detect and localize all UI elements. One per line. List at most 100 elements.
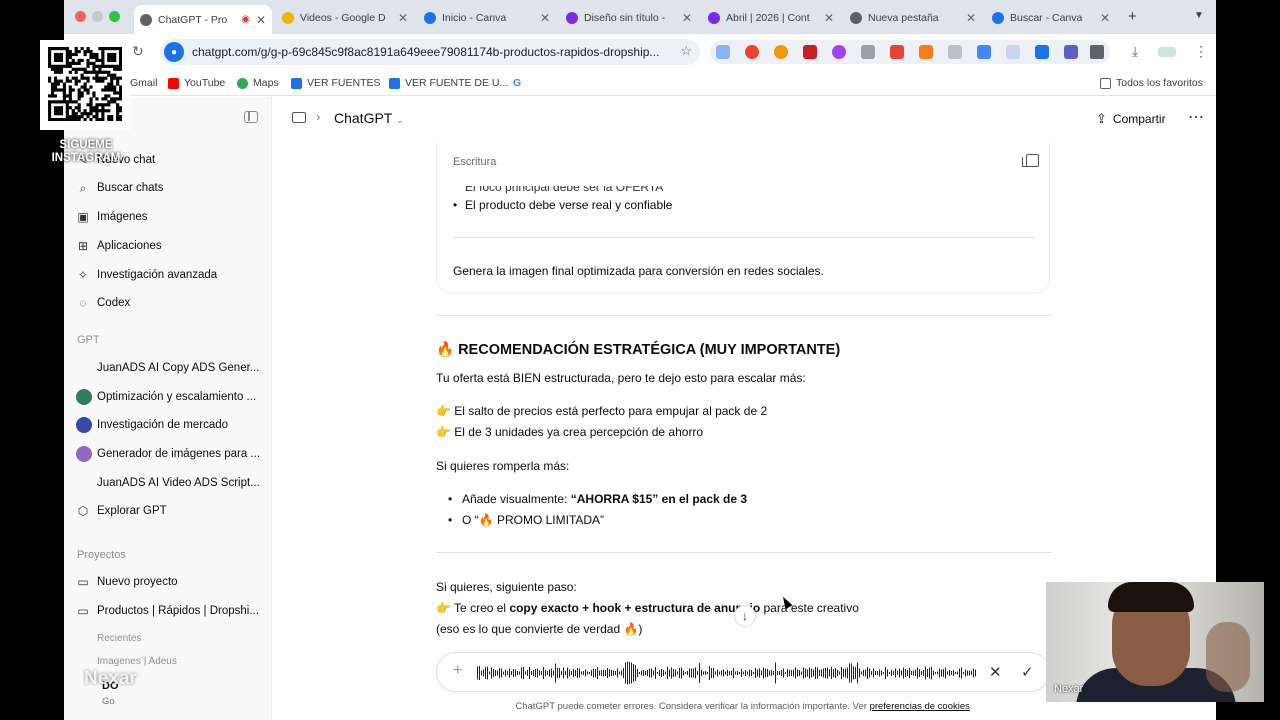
new-tab-icon[interactable]: + <box>1128 8 1137 25</box>
qr-module <box>65 106 69 110</box>
voice-composer[interactable]: + ✕ ✓ <box>436 652 1050 692</box>
qr-module <box>53 76 58 80</box>
extension-gear-icon[interactable] <box>1035 45 1049 59</box>
download-icon[interactable]: ⤓ <box>1132 43 1138 60</box>
sidebar-gpt-copy-ads[interactable]: JuanADS AI Copy ADS Gener... <box>76 356 264 380</box>
sidebar-gpt-video-ads[interactable]: JuanADS AI Video ADS Script... <box>76 471 264 495</box>
sidebar-toggle-icon[interactable] <box>244 111 258 123</box>
extension-r-icon[interactable] <box>745 45 759 59</box>
tab-abril[interactable]: Abril | 2026 | Cont ✕ <box>702 4 840 31</box>
reload-icon[interactable]: ↻ <box>132 43 144 60</box>
waveform-bar <box>881 670 882 676</box>
profile-icon[interactable] <box>1158 47 1176 57</box>
waveform-bar <box>745 670 746 676</box>
more-options-icon[interactable]: ⋯ <box>1188 107 1204 127</box>
close-tab-icon[interactable]: ✕ <box>256 13 266 27</box>
sidebar-gpt-investigacion[interactable]: Investigación de mercado <box>76 413 264 437</box>
close-tab-icon[interactable]: ✕ <box>398 11 408 25</box>
sidebar-gpt-generador[interactable]: Generador de imágenes para ... <box>76 442 264 466</box>
bookmark-youtube[interactable]: YouTube <box>168 77 225 89</box>
bookmark-google[interactable]: G <box>513 77 521 89</box>
extension-purple-icon[interactable] <box>832 45 846 59</box>
waveform-bar <box>875 671 876 675</box>
menu-kebab-icon[interactable]: ⋮ <box>1194 43 1208 60</box>
cancel-dictation-icon[interactable]: ✕ <box>989 663 1002 681</box>
microphone-icon[interactable]: ● <box>164 42 184 62</box>
copy-icon[interactable] <box>1022 154 1039 167</box>
sidebar-item-deep-research[interactable]: ✧ Investigación avanzada <box>76 263 264 287</box>
qr-module <box>68 61 72 65</box>
sidebar-project-productos[interactable]: ▭ Productos | Rápidos | Dropshi... <box>76 599 264 623</box>
qr-module <box>95 115 99 119</box>
tab-diseno[interactable]: Diseño sin título - ✕ <box>560 4 698 31</box>
sidebar-item-apps[interactable]: ⊞ Aplicaciones <box>76 234 264 258</box>
extension-orange-icon[interactable] <box>919 45 933 59</box>
waveform-bar <box>957 671 958 675</box>
extension-blue-icon[interactable] <box>977 45 991 59</box>
lens-icon[interactable] <box>716 45 730 59</box>
shield-icon[interactable] <box>948 45 962 59</box>
address-bar[interactable]: ● chatgpt.com/g/g-p-69c845c9f8ac8191a649… <box>160 39 700 65</box>
camera-icon[interactable] <box>861 45 875 59</box>
qr-module <box>53 88 58 92</box>
qr-module <box>107 70 111 74</box>
extension-square-icon[interactable] <box>1064 45 1078 59</box>
minimize-window-button[interactable] <box>92 11 103 22</box>
close-tab-icon[interactable]: ✕ <box>540 11 550 25</box>
bookmark-ver-fuente-de-u[interactable]: VER FUENTE DE U... <box>389 77 508 89</box>
url-text[interactable]: chatgpt.com/g/g-p-69c845c9f8ac8191a649ee… <box>192 45 672 59</box>
close-tab-icon[interactable]: ✕ <box>1100 11 1110 25</box>
model-selector[interactable]: ChatGPT ⌄ <box>334 110 404 126</box>
waveform-bar <box>757 669 758 677</box>
tab-inicio-canva[interactable]: Inicio - Canva ✕ <box>418 4 556 31</box>
qr-module <box>65 47 69 51</box>
sidebar-item-codex[interactable]: ◌ Codex <box>76 291 264 315</box>
tab-videos[interactable]: Videos - Google D ✕ <box>276 4 414 31</box>
sidebar-new-project[interactable]: ▭ Nuevo proyecto <box>76 570 264 594</box>
qr-module <box>104 76 108 80</box>
qr-module <box>74 52 78 57</box>
qr-module <box>74 115 78 119</box>
bookmark-gmail[interactable]: Gmail <box>130 77 157 89</box>
bookmark-ver-fuentes[interactable]: VER FUENTES <box>291 77 381 89</box>
puzzle-icon[interactable] <box>1090 45 1104 59</box>
qr-module <box>92 64 96 68</box>
sidebar-explore-gpts[interactable]: ⬡ Explorar GPT <box>76 499 264 523</box>
tab-nueva-pestana[interactable]: Nueva pestaña ✕ <box>844 4 982 31</box>
qr-module <box>50 91 55 95</box>
extension-wave-icon[interactable] <box>1006 45 1020 59</box>
bookmark-maps[interactable]: Maps <box>237 77 279 89</box>
close-window-button[interactable] <box>75 11 86 22</box>
tab-buscar-canva[interactable]: Buscar - Canva ✕ <box>986 4 1116 31</box>
qr-module <box>116 76 120 80</box>
qr-module <box>104 109 108 113</box>
cookie-preferences-link[interactable]: preferencias de cookies <box>870 701 970 712</box>
download-red-icon[interactable] <box>890 45 904 59</box>
share-button[interactable]: ⇪ Compartir <box>1096 111 1166 127</box>
close-tab-icon[interactable]: ✕ <box>682 11 692 25</box>
zoom-window-button[interactable] <box>109 11 120 22</box>
qr-module <box>110 115 114 119</box>
model-name: ChatGPT <box>334 110 393 126</box>
project-folder-icon[interactable] <box>292 112 306 123</box>
all-bookmarks[interactable]: Todos los favoritos <box>1100 77 1203 89</box>
waveform-bar <box>557 668 558 678</box>
qr-module <box>71 115 75 119</box>
recent-item[interactable]: Imagenes | Adeus <box>97 656 177 667</box>
extension-color-icon[interactable] <box>774 45 788 59</box>
tab-chatgpt[interactable]: ChatGPT - Pro ◉ ✕ <box>134 5 272 34</box>
close-tab-icon[interactable]: ✕ <box>824 11 834 25</box>
canva-design-favicon-icon <box>708 11 720 24</box>
close-tab-icon[interactable]: ✕ <box>966 11 976 25</box>
pinterest-icon[interactable] <box>803 45 817 59</box>
bookmark-star-icon[interactable]: ☆ <box>680 43 692 59</box>
waveform-bar <box>743 671 744 675</box>
tab-search-chevron-icon[interactable]: ▼ <box>1194 10 1204 21</box>
plus-icon[interactable]: + <box>453 662 462 680</box>
sidebar-item-images[interactable]: ▣ Imágenes <box>76 205 264 229</box>
sidebar-gpt-optimizacion[interactable]: Optimización y escalamiento ... <box>76 385 264 409</box>
sidebar-item-label: JuanADS AI Video ADS Script... <box>97 477 260 489</box>
confirm-dictation-icon[interactable]: ✓ <box>1021 663 1034 681</box>
sidebar-item-search-chats[interactable]: ⌕ Buscar chats <box>76 176 264 200</box>
scroll-down-button[interactable]: ↓ <box>734 605 756 627</box>
